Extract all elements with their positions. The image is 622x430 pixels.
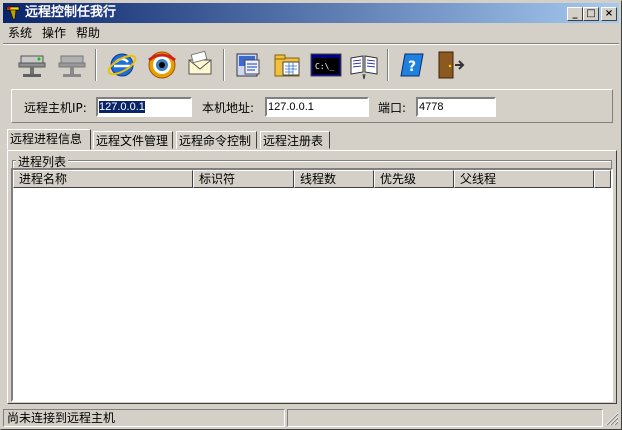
column-header-filler	[594, 170, 611, 188]
status-panel-secondary	[287, 409, 603, 427]
title-bar[interactable]: 远程控制任我行 _ □ ×	[3, 3, 619, 23]
connect-button[interactable]	[13, 46, 49, 84]
app-icon	[6, 6, 20, 20]
connect-network-icon	[18, 55, 46, 77]
exit-door-icon	[438, 51, 465, 79]
help-button[interactable]: ?	[393, 46, 429, 84]
remote-host-input[interactable]: 127.0.0.1	[96, 97, 192, 117]
tab-command-control[interactable]: 远程命令控制	[176, 131, 257, 149]
tab-registry[interactable]: 远程注册表	[260, 131, 330, 149]
connection-panel: 远程主机IP: 127.0.0.1 本机地址: 127.0.0.1 端口: 47…	[11, 89, 613, 123]
file-manager-button[interactable]	[269, 46, 305, 84]
menu-system[interactable]: 系统	[3, 24, 37, 42]
process-list[interactable]: 进程名称 标识符 线程数 优先级 父线程	[11, 168, 613, 402]
toolbar-separator	[95, 49, 97, 81]
toolbar-separator	[387, 49, 389, 81]
main-window: 远程控制任我行 _ □ × 系统 操作 帮助 C:\_ ? 远程主机IP: 12…	[0, 0, 622, 430]
system-info-button[interactable]	[229, 46, 265, 84]
remote-host-value: 127.0.0.1	[99, 101, 145, 113]
status-text: 尚未连接到远程主机	[3, 409, 285, 427]
minimize-button[interactable]: _	[567, 7, 583, 21]
local-address-label: 本机地址:	[202, 101, 255, 115]
menu-bar: 系统 操作 帮助	[3, 24, 105, 42]
registry-button[interactable]	[345, 46, 381, 84]
internet-explorer-icon	[107, 53, 137, 77]
command-button[interactable]: C:\_	[307, 46, 343, 84]
toolbar-separator	[223, 49, 225, 81]
disconnect-button[interactable]	[53, 46, 89, 84]
tab-process-info[interactable]: 远程进程信息	[7, 129, 91, 150]
exit-button[interactable]	[431, 46, 467, 84]
cmd-text: C:\_	[315, 62, 334, 71]
help-icon: ?	[400, 53, 424, 77]
screen-monitor-button[interactable]	[143, 46, 179, 84]
resize-grip-icon[interactable]	[605, 412, 619, 426]
port-label: 端口:	[378, 101, 407, 115]
menu-operate[interactable]: 操作	[37, 24, 71, 42]
local-address-input[interactable]: 127.0.0.1	[265, 97, 369, 117]
close-button[interactable]: ×	[601, 7, 617, 21]
system-info-icon	[236, 53, 260, 77]
status-bar: 尚未连接到远程主机	[3, 409, 619, 429]
column-header-thread-count[interactable]: 线程数	[294, 170, 374, 188]
column-header-parent-thread[interactable]: 父线程	[454, 170, 594, 188]
email-icon	[188, 50, 212, 75]
column-header-priority[interactable]: 优先级	[374, 170, 454, 188]
registry-icon	[350, 55, 378, 80]
port-input[interactable]: 4778	[416, 97, 496, 117]
file-manager-icon	[274, 54, 300, 77]
command-prompt-icon: C:\_	[310, 53, 342, 77]
svg-text:?: ?	[408, 59, 416, 75]
menu-separator	[3, 43, 619, 45]
message-button[interactable]	[181, 46, 217, 84]
maximize-button[interactable]: □	[583, 7, 599, 21]
remote-host-label: 远程主机IP:	[24, 101, 87, 115]
tab-file-manager[interactable]: 远程文件管理	[93, 131, 173, 149]
eye-monitor-icon	[148, 51, 176, 79]
menu-help[interactable]: 帮助	[71, 24, 105, 42]
disconnect-network-icon	[58, 55, 86, 77]
column-header-process-name[interactable]: 进程名称	[13, 170, 193, 188]
column-header-identifier[interactable]: 标识符	[193, 170, 294, 188]
window-title: 远程控制任我行	[25, 5, 117, 20]
browser-button[interactable]	[103, 46, 139, 84]
